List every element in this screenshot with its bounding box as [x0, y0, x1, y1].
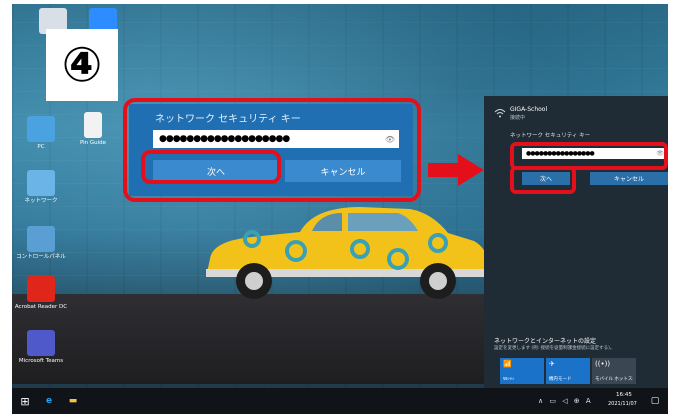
desktop-icon[interactable]: コントロールパネル: [12, 226, 70, 261]
clock-date[interactable]: 2021/11/07: [608, 401, 637, 407]
zoomed-network-key-dialog: ネットワーク セキュリティ キー ●●●●●●●●●●●●●●●●●●● 👁 次…: [129, 104, 413, 196]
eye-icon[interactable]: 👁: [385, 130, 395, 148]
password-mask: ●●●●●●●●●●●●●●●●●●●: [159, 134, 290, 144]
zoomed-password-field[interactable]: ●●●●●●●●●●●●●●●●●●● 👁: [153, 130, 399, 148]
notification-icon[interactable]: ▢: [648, 394, 662, 408]
desktop-icon-label: ネットワーク: [24, 198, 58, 204]
desktop-icon[interactable]: Pin Guide: [64, 112, 122, 147]
start-icon[interactable]: ⊞: [18, 394, 32, 408]
network-settings-sub: 設定を変更します (例: 接続を従量制課金接続に設定する)。: [494, 346, 615, 351]
key-prompt: ネットワーク セキュリティ キー: [510, 133, 591, 139]
wifi-icon: [494, 109, 506, 118]
quick-action-label: モバイル ホットスポット: [595, 377, 633, 382]
network-name: GIGA-School: [510, 106, 548, 113]
password-field[interactable]: ●●●●●●●●●●●●●●●● 👁: [522, 148, 668, 159]
desktop-icon[interactable]: Acrobat Reader DC: [12, 276, 70, 311]
file-explorer-icon[interactable]: ▬: [66, 394, 80, 408]
network-flyout: GIGA-School 接続中 ネットワーク セキュリティ キー ●●●●●●●…: [484, 96, 668, 388]
clock-time[interactable]: 16:45: [616, 392, 632, 398]
airplane-icon: ✈: [549, 360, 555, 368]
control-panel-icon: [27, 226, 55, 252]
quick-action-wifi[interactable]: 📶 Wi-Fi: [500, 358, 544, 384]
step-number: ④: [61, 37, 103, 93]
password-mask: ●●●●●●●●●●●●●●●●: [526, 150, 595, 157]
network-status: 接続中: [510, 115, 526, 121]
desktop-icon-label: Pin Guide: [79, 140, 107, 146]
desktop-icon-label: Acrobat Reader DC: [14, 304, 68, 310]
hotspot-icon: ((•)): [595, 360, 611, 368]
desktop-icon[interactable]: Microsoft Teams: [12, 330, 70, 365]
system-tray-icons[interactable]: ∧ ▭ ◁ ⊕ A: [538, 397, 593, 405]
quick-action-label: Wi-Fi: [503, 377, 514, 382]
pc-icon: [27, 116, 55, 142]
taskbar: ⊞ e ▬ ∧ ▭ ◁ ⊕ A 16:45 2021/11/07 ▢: [12, 388, 668, 414]
acrobat-icon: [27, 276, 55, 302]
desktop-icon-label: PC: [37, 144, 45, 150]
desktop-icon[interactable]: PC: [12, 116, 70, 151]
edge-icon[interactable]: e: [42, 394, 56, 408]
car-illustration: [206, 207, 490, 299]
quick-action-airplane[interactable]: ✈ 機内モード: [546, 358, 590, 384]
network-settings-link[interactable]: ネットワークとインターネットの設定: [494, 336, 596, 345]
zoomed-dialog-title: ネットワーク セキュリティ キー: [155, 114, 301, 125]
zoomed-next-button[interactable]: 次へ: [153, 160, 279, 182]
next-button[interactable]: 次へ: [522, 172, 570, 185]
desktop-icon[interactable]: ネットワーク: [12, 170, 70, 205]
desktop-icon-label: Microsoft Teams: [18, 358, 64, 364]
wifi-icon: 📶: [503, 360, 512, 368]
quick-action-label: 機内モード: [549, 377, 572, 382]
teams-icon: [27, 330, 55, 356]
eye-icon[interactable]: 👁: [656, 148, 664, 159]
arrow-right-icon: [428, 154, 484, 186]
cancel-button[interactable]: キャンセル: [590, 172, 668, 185]
desktop: PC Pin Guide ネットワーク コントロールパネル Acrobat Re…: [12, 4, 668, 414]
step-marker: ④: [46, 29, 118, 101]
network-icon: [27, 170, 55, 196]
desktop-icon-label: コントロールパネル: [16, 254, 66, 260]
zoomed-cancel-button[interactable]: キャンセル: [285, 160, 401, 182]
quick-action-hotspot[interactable]: ((•)) モバイル ホットスポット: [592, 358, 636, 384]
document-icon: [84, 112, 102, 138]
